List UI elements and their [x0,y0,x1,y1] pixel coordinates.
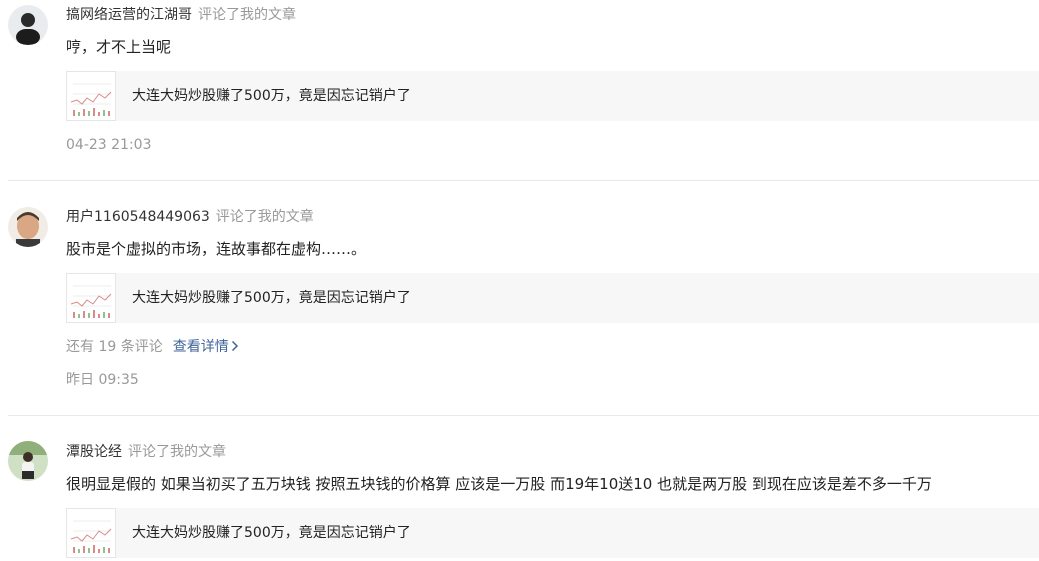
notification-header: 搞网络运营的江湖哥 评论了我的文章 [66,6,296,24]
article-thumbnail [66,71,116,121]
divider [8,180,1039,181]
article-card[interactable]: 大连大妈炒股赚了500万，竟是因忘记销户了 [66,273,1039,323]
more-comments-count: 还有 19 条评论 [66,339,163,355]
comment-text: 股市是个虚拟的市场，连故事都在虚构……。 [66,240,367,258]
timestamp: 昨日 09:35 [66,372,139,388]
user-avatar[interactable] [8,207,48,247]
chevron-right-icon [231,339,239,357]
view-detail-label: 查看详情 [172,339,229,355]
article-card[interactable]: 大连大妈炒股赚了500万，竟是因忘记销户了 [66,71,1039,121]
article-thumbnail [66,273,116,323]
username[interactable]: 潭股论经 [66,444,122,460]
article-thumbnail [66,508,116,558]
comment-text: 很明显是假的 如果当初买了五万块钱 按照五块钱的价格算 应该是一万股 而19年1… [66,475,932,493]
action-text: 评论了我的文章 [215,209,314,225]
article-card[interactable]: 大连大妈炒股赚了500万，竟是因忘记销户了 [66,508,1039,558]
notification-header: 用户1160548449063 评论了我的文章 [66,208,314,226]
user-avatar[interactable] [8,5,48,45]
action-text: 评论了我的文章 [128,444,226,460]
username[interactable]: 用户1160548449063 [66,209,210,225]
divider [8,415,1039,416]
more-comments-row: 还有 19 条评论 查看详情 [66,338,239,357]
timestamp: 04-23 21:03 [66,137,152,153]
comment-text: 哼，才不上当呢 [66,38,172,56]
user-avatar[interactable] [8,441,48,481]
action-text: 评论了我的文章 [198,7,296,23]
username[interactable]: 搞网络运营的江湖哥 [66,7,192,23]
view-detail-link[interactable]: 查看详情 [173,339,239,355]
notification-header: 潭股论经 评论了我的文章 [66,443,226,461]
article-title[interactable]: 大连大妈炒股赚了500万，竟是因忘记销户了 [132,289,411,307]
article-title[interactable]: 大连大妈炒股赚了500万，竟是因忘记销户了 [132,87,411,105]
article-title[interactable]: 大连大妈炒股赚了500万，竟是因忘记销户了 [132,524,411,542]
